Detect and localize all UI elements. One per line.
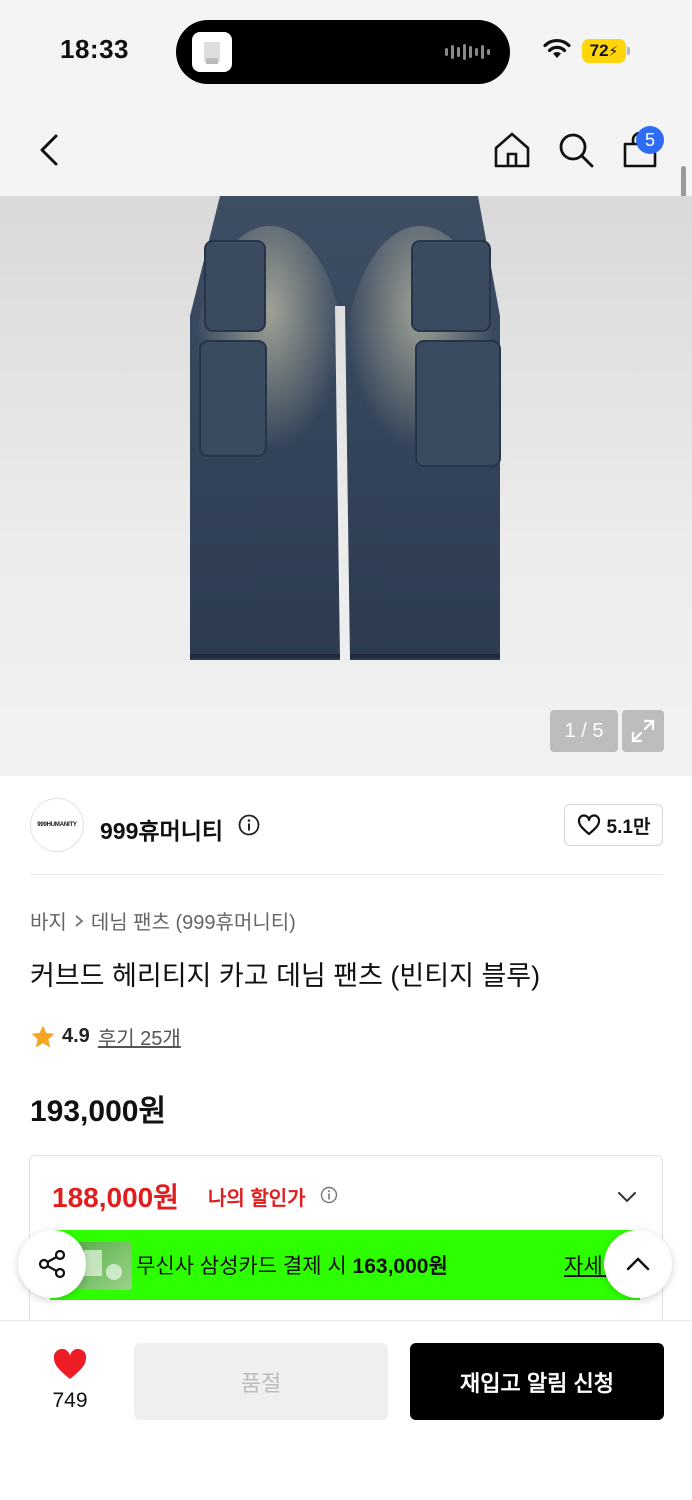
like-count: 749 [52,1389,88,1412]
brand-like-button[interactable]: 5.1만 [564,804,663,846]
now-playing-thumbnail [192,32,232,72]
status-time: 18:33 [60,34,129,64]
battery-indicator: 72 ⚡ [582,39,626,63]
my-discount-price: 188,000원 [52,1182,179,1213]
battery-tip [627,47,630,55]
wifi-icon [543,38,571,58]
bottom-action-bar: 749 품절 재입고 알림 신청 [0,1320,692,1500]
breadcrumb-category[interactable]: 바지 [30,906,67,935]
star-icon [31,1025,55,1047]
my-discount-label: 나의 할인가 [208,1188,306,1210]
audio-waveform-icon [445,44,490,60]
scroll-top-button[interactable] [604,1230,672,1298]
top-nav [0,100,692,196]
back-arrow-icon[interactable] [32,132,68,168]
status-bar: 18:33 72 ⚡ [0,0,692,100]
reviews-link[interactable]: 후기 25개 [98,1022,181,1051]
share-icon [38,1249,66,1279]
soldout-button: 품절 [134,1343,388,1420]
image-counter: 1 / 5 [550,710,618,752]
search-icon[interactable] [556,130,596,170]
cart-count-badge: 5 [636,126,664,154]
info-icon[interactable] [320,1186,338,1204]
chevron-right-icon [75,914,84,927]
rating-score: 4.9 [62,1025,90,1047]
product-image [190,196,501,660]
heart-outline-icon [577,814,600,836]
product-title: 커브드 헤리티지 카고 데님 팬츠 (빈티지 블루) [30,961,541,991]
breadcrumb: 바지 데님 팬츠 (999휴머니티) [30,906,296,935]
card-promo-text: 무신사 삼성카드 결제 시 163,000원 [136,1255,448,1278]
home-icon[interactable] [492,130,532,170]
card-promo-image [78,1242,132,1290]
rating-row: 4.9 후기 25개 [30,1022,181,1051]
divider [30,874,663,875]
breadcrumb-subcategory[interactable]: 데님 팬츠 (999휴머니티) [91,906,296,935]
chevron-down-icon[interactable] [616,1186,638,1208]
product-image-gallery[interactable]: 1 / 5 [0,196,692,776]
heart-filled-icon[interactable] [52,1347,88,1381]
restock-alert-button[interactable]: 재입고 알림 신청 [410,1343,664,1420]
brand-like-count: 5.1만 [606,816,651,838]
brand-logo[interactable]: 999HUMANITY [30,798,84,852]
share-button[interactable] [18,1230,86,1298]
card-promo-price: 163,000원 [352,1255,448,1278]
chevron-up-icon [626,1257,650,1271]
product-price: 193,000원 [30,1095,167,1128]
brand-name[interactable]: 999휴머니티 [100,812,223,846]
dynamic-island[interactable] [176,20,510,84]
info-icon[interactable] [238,814,260,836]
expand-icon[interactable] [622,710,664,752]
